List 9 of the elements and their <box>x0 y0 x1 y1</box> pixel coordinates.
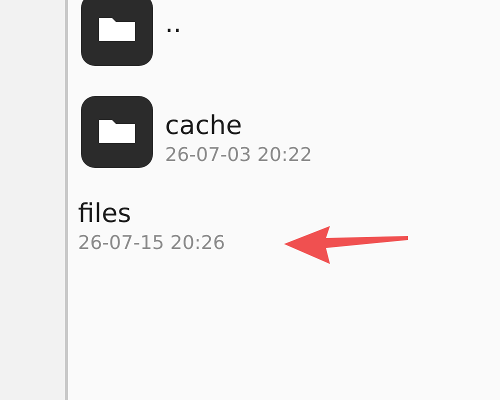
folder-entry[interactable]: .. <box>68 0 312 96</box>
entry-name: cache <box>165 110 243 142</box>
entry-date: 26-07-03 20:22 <box>165 143 312 168</box>
entry-date: 26-07-15 20:26 <box>78 231 226 256</box>
entry-name: .. <box>165 8 182 40</box>
folder-icon <box>81 96 153 168</box>
folder-entry[interactable]: cache 26-07-03 20:22 <box>68 96 312 198</box>
file-entry[interactable]: files 26-07-15 20:26 <box>68 198 312 256</box>
entry-name: files <box>78 198 132 230</box>
